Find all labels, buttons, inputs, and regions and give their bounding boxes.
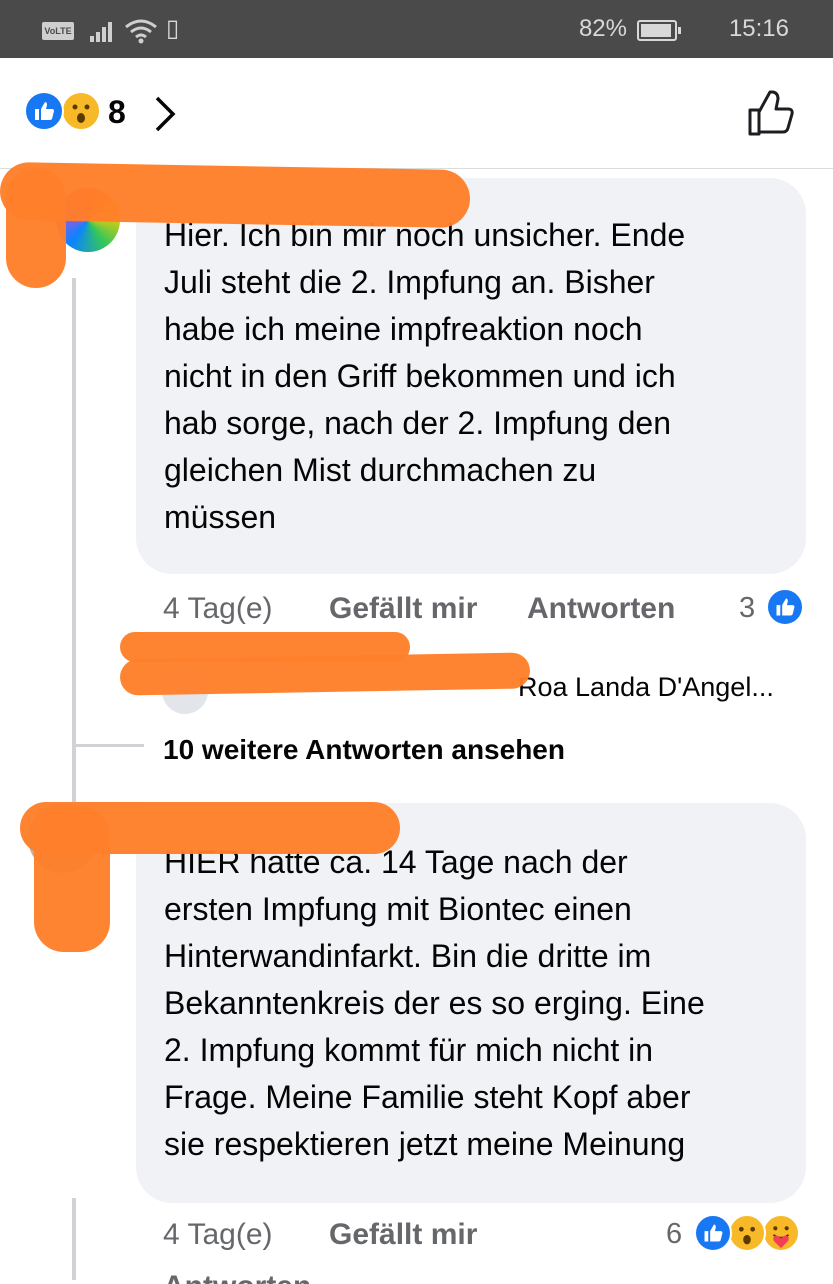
like-button[interactable]: Gefällt mir [329, 592, 477, 626]
comment-line: hab sorge, nach der 2. Impfung den [164, 405, 672, 441]
status-bar: VoLTE ▯ 82% 15:16 [0, 0, 833, 58]
vibrate-icon: ▯ [166, 15, 180, 42]
battery-icon [637, 20, 681, 41]
comment-line: sie respektieren jetzt meine Meinung [164, 1126, 686, 1162]
reply-button-label: Antworten [163, 1270, 311, 1284]
comment-timestamp: 4 Tag(e) [163, 1218, 273, 1251]
comment-text: HIER hatte ca. 14 Tage nach der ersten I… [164, 839, 778, 1168]
comment-line: Bekanntenkreis der es so erging. Eine [164, 985, 705, 1021]
redaction-mark [6, 168, 66, 288]
comment-line: gleichen Mist durchmachen zu [164, 452, 597, 488]
wow-reaction-icon [61, 91, 101, 131]
chevron-right-icon[interactable] [152, 94, 178, 134]
like-reaction-icon[interactable] [694, 1214, 732, 1252]
redaction-mark [0, 161, 471, 229]
wow-reaction-icon[interactable] [728, 1214, 766, 1252]
like-reaction-icon[interactable] [766, 588, 804, 626]
comment-bubble[interactable]: Hier. Ich bin mir noch unsicher. Ende Ju… [136, 178, 806, 574]
reactions-header[interactable]: 8 [0, 58, 833, 169]
like-button[interactable]: Gefällt mir [329, 1218, 477, 1252]
comment-line: 2. Impfung kommt für mich nicht in [164, 1032, 654, 1068]
view-more-replies-link[interactable]: 10 weitere Antworten ansehen [163, 734, 565, 766]
thread-connector [72, 744, 144, 747]
battery-percent: 82% [578, 15, 627, 42]
redaction-mark [119, 652, 531, 696]
reply-button[interactable]: Antworten [163, 1270, 311, 1284]
comments-sheet: 8 Hier. Ich bin mir noch unsicher. Ende … [0, 58, 833, 1284]
reply-button[interactable]: Antworten [527, 592, 675, 626]
comment-line: müssen [164, 499, 277, 535]
comment-reaction-count[interactable]: 3 [739, 592, 755, 625]
redaction-mark [34, 806, 110, 952]
thread-connector [72, 746, 76, 804]
comment-line: nicht in den Griff bekommen und ich [164, 358, 676, 394]
volte-icon: VoLTE [42, 22, 74, 40]
comment-line: Hinterwandinfarkt. Bin die dritte im [164, 938, 652, 974]
comment-timestamp: 4 Tag(e) [163, 592, 273, 625]
comment-text: Hier. Ich bin mir noch unsicher. Ende Ju… [164, 212, 778, 541]
like-reaction-icon [24, 91, 64, 131]
comment-line: habe ich meine impfreaktion noch [164, 311, 643, 347]
care-reaction-icon[interactable] [762, 1214, 800, 1252]
comment-line: ersten Impfung mit Biontec einen [164, 891, 632, 927]
comment-line: Juli steht die 2. Impfung an. Bisher [164, 264, 655, 300]
status-time: 15:16 [728, 15, 789, 42]
reaction-total-count: 8 [108, 94, 126, 130]
signal-icon [90, 22, 112, 42]
comment-reaction-count[interactable]: 6 [666, 1218, 682, 1251]
like-outline-icon[interactable] [746, 88, 798, 138]
reply-preview[interactable]: Roa Landa D'Angel... [518, 672, 774, 703]
comment-actions: 4 Tag(e) Gefällt mir Antworten [0, 592, 833, 632]
thread-line [72, 278, 76, 748]
comment-line: Frage. Meine Familie steht Kopf aber [164, 1079, 691, 1115]
comment-bubble[interactable]: HIER hatte ca. 14 Tage nach der ersten I… [136, 803, 806, 1203]
wifi-icon [125, 19, 157, 44]
